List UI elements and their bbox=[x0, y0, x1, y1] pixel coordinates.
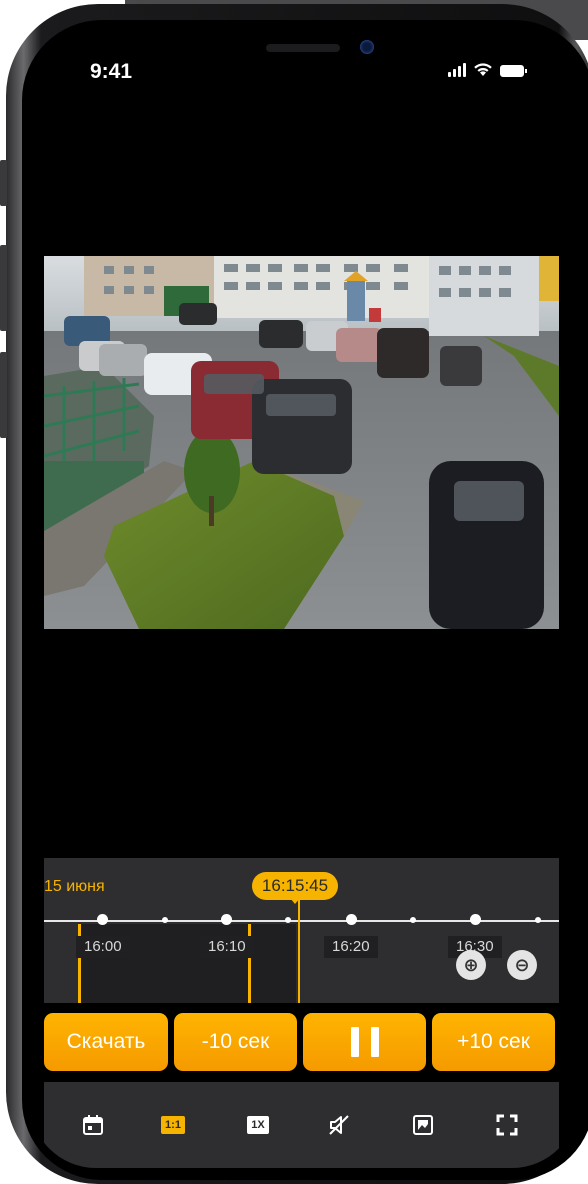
ratio-label: 1:1 bbox=[161, 1116, 185, 1134]
zoom-out-icon[interactable]: ⊖ bbox=[507, 950, 537, 980]
current-time-bubble: 16:15:45 bbox=[252, 872, 338, 904]
calendar-icon[interactable] bbox=[80, 1112, 106, 1138]
pause-icon bbox=[350, 1027, 359, 1057]
playhead[interactable] bbox=[298, 900, 300, 1003]
speed-label: 1X bbox=[247, 1116, 269, 1134]
pause-button[interactable] bbox=[303, 1013, 426, 1071]
mute-switch bbox=[0, 160, 7, 206]
volume-down-button bbox=[0, 352, 7, 438]
signal-icon bbox=[448, 62, 466, 77]
timeline-date: 15 июня bbox=[44, 878, 105, 895]
status-icons bbox=[448, 62, 527, 77]
timeline-major-dot bbox=[470, 914, 481, 925]
tick-label: 16:00 bbox=[76, 936, 130, 958]
speed-icon[interactable]: 1X bbox=[245, 1112, 271, 1138]
timeline-minor-dot bbox=[410, 917, 416, 923]
timeline-track[interactable] bbox=[44, 920, 559, 922]
download-button[interactable]: Скачать bbox=[44, 1013, 168, 1071]
timeline-minor-dot bbox=[162, 917, 168, 923]
timeline-major-dot bbox=[346, 914, 357, 925]
timeline-minor-dot bbox=[285, 917, 291, 923]
status-time: 9:41 bbox=[90, 60, 133, 83]
volume-up-button bbox=[0, 245, 7, 331]
ratio-icon[interactable]: 1:1 bbox=[160, 1112, 186, 1138]
playback-controls: Скачать -10 сек +10 сек bbox=[44, 1013, 559, 1073]
timeline[interactable]: 15 июня 16:15:45 16:00 16:10 16:20 16:30… bbox=[44, 858, 559, 1003]
mute-icon[interactable] bbox=[326, 1112, 352, 1138]
timeline-major-dot bbox=[221, 914, 232, 925]
video-frame-image bbox=[44, 256, 559, 629]
screenshot-icon[interactable] bbox=[410, 1112, 436, 1138]
battery-icon bbox=[500, 65, 527, 77]
fullscreen-icon[interactable] bbox=[494, 1112, 520, 1138]
camera-video-feed[interactable] bbox=[44, 256, 559, 629]
back-10-sec-button[interactable]: -10 сек bbox=[174, 1013, 297, 1071]
front-camera bbox=[360, 40, 374, 54]
bottom-toolbar: 1:1 1X bbox=[44, 1082, 559, 1168]
timeline-minor-dot bbox=[535, 917, 541, 923]
tick-label: 16:20 bbox=[324, 936, 378, 958]
wifi-icon bbox=[474, 63, 492, 76]
screen: 9:41 15 июня 16:15:45 16:00 16:10 16:20 … bbox=[30, 28, 578, 1168]
zoom-in-icon[interactable]: ⊕ bbox=[456, 950, 486, 980]
forward-10-sec-button[interactable]: +10 сек bbox=[432, 1013, 555, 1071]
speaker bbox=[266, 44, 340, 52]
timeline-major-dot bbox=[97, 914, 108, 925]
tick-label: 16:10 bbox=[200, 936, 254, 958]
